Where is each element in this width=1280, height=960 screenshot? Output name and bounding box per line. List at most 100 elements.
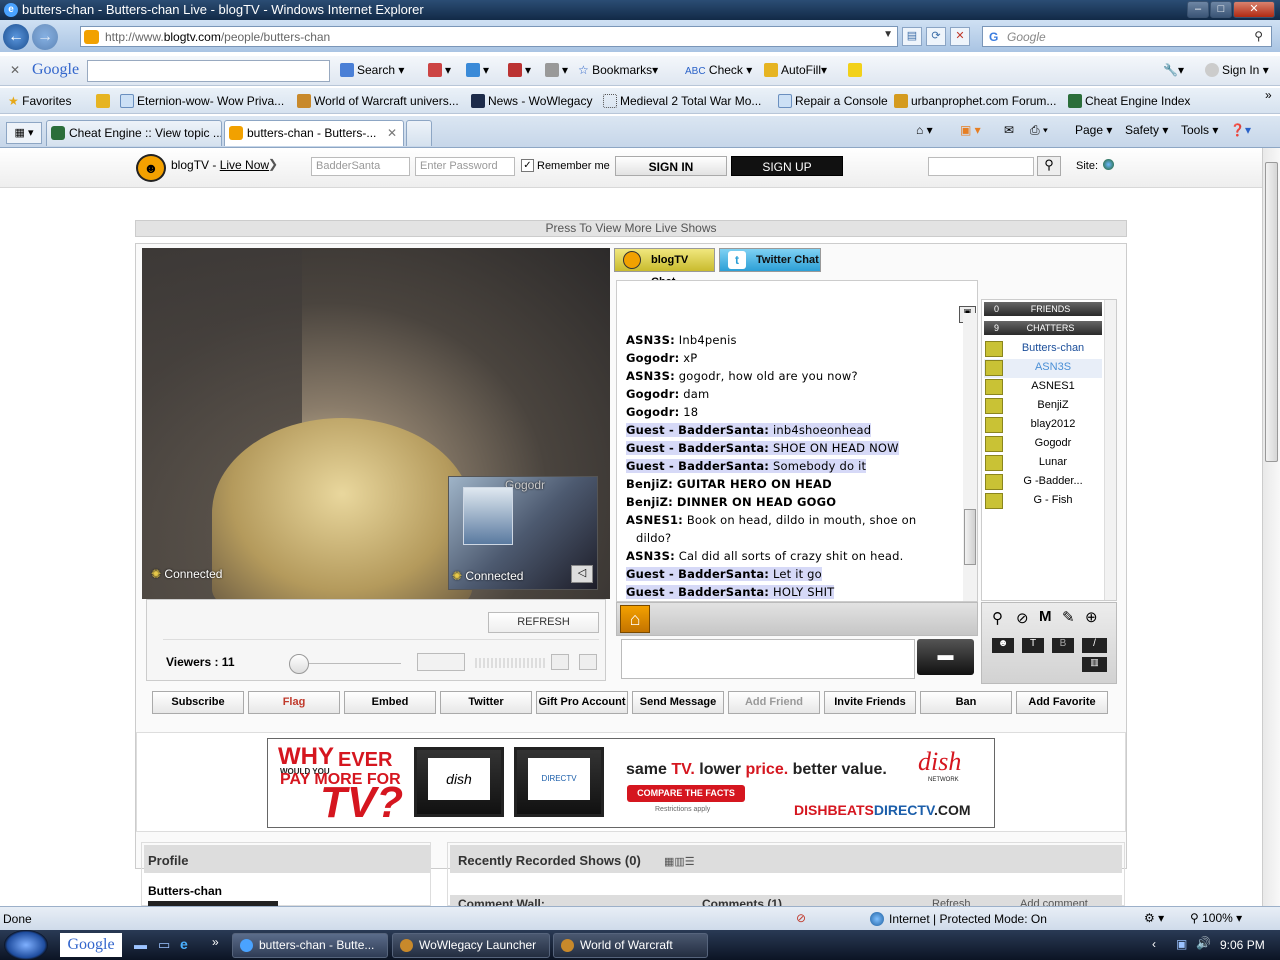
- live-now-link[interactable]: Live Now: [220, 158, 269, 172]
- print-icon[interactable]: ⎙ ▾: [1030, 123, 1048, 138]
- back-button[interactable]: ←: [3, 24, 29, 50]
- forward-button[interactable]: →: [32, 24, 58, 50]
- fullscreen-icon[interactable]: [551, 654, 569, 670]
- favorite-link-wowlegacy-news[interactable]: News - WoWlegacy: [471, 94, 592, 108]
- block-icon[interactable]: ⊘: [1016, 609, 1029, 627]
- ie-quicklaunch-icon[interactable]: e: [180, 936, 188, 952]
- add-friend-button[interactable]: Add Friend: [728, 691, 820, 714]
- moderator-icon[interactable]: M: [1039, 608, 1052, 625]
- chat-username[interactable]: ASNES1:: [626, 513, 683, 527]
- close-tab-icon[interactable]: ✕: [387, 121, 397, 145]
- add-favorites-icon[interactable]: [96, 94, 113, 108]
- text-style-icon[interactable]: T: [1022, 638, 1044, 653]
- remember-me-checkbox[interactable]: ✓: [521, 159, 534, 172]
- blogtv-logo-icon[interactable]: ☻: [136, 154, 166, 182]
- check-button[interactable]: ABC Check ▾: [685, 63, 752, 77]
- show-desktop-icon[interactable]: ▬: [134, 937, 147, 952]
- tab-twitter-chat[interactable]: t Twitter Chat: [719, 248, 821, 272]
- home-icon[interactable]: ⌂ ▾: [916, 123, 933, 137]
- spellcheck-icon[interactable]: ▾: [508, 63, 531, 77]
- volume-slider-track[interactable]: [309, 663, 401, 664]
- globe-icon[interactable]: ⊕: [1085, 608, 1098, 626]
- sign-in-button[interactable]: SIGN IN: [615, 156, 727, 176]
- bookmarks-button[interactable]: ☆ Bookmarks▾: [578, 63, 658, 77]
- chat-username[interactable]: Gogodr:: [626, 405, 679, 419]
- chevron-down-icon[interactable]: ❯: [268, 157, 278, 171]
- tab-cheat-engine[interactable]: Cheat Engine :: View topic ...: [46, 120, 222, 146]
- safety-menu[interactable]: Safety ▾: [1125, 123, 1168, 137]
- switch-windows-icon[interactable]: ▭: [158, 937, 170, 953]
- friends-header[interactable]: 0 FRIENDS: [984, 302, 1102, 316]
- chat-username[interactable]: Guest - BadderSanta:: [626, 441, 769, 455]
- volume-icon[interactable]: 🔊: [1196, 936, 1211, 950]
- address-dropdown-icon[interactable]: ▼: [883, 29, 893, 40]
- highlighter-icon[interactable]: [848, 63, 865, 77]
- read-mail-icon[interactable]: ✉: [1004, 123, 1014, 137]
- chat-username[interactable]: ASN3S:: [626, 549, 675, 563]
- clock[interactable]: 9:06 PM: [1220, 938, 1265, 952]
- tray-expand-icon[interactable]: ‹: [1152, 937, 1156, 951]
- gift-pro-account-button[interactable]: Gift Pro Account: [536, 691, 628, 714]
- google-sign-in-button[interactable]: Sign In ▾: [1205, 63, 1269, 77]
- chat-scrollbar[interactable]: [963, 313, 977, 601]
- tab-blogtv-chat[interactable]: blogTV Chat: [614, 248, 715, 288]
- zoom-level[interactable]: ⚲ 100% ▾: [1190, 911, 1242, 925]
- send-message-icon[interactable]: ▬: [917, 639, 974, 675]
- favorite-link-medieval[interactable]: Medieval 2 Total War Mo...: [603, 94, 761, 108]
- chat-scrollbar-thumb[interactable]: [964, 509, 976, 565]
- layout-toggle-icon[interactable]: [417, 653, 465, 671]
- tab-butters-chan[interactable]: butters-chan - Butters-... ✕: [224, 120, 404, 146]
- chat-message-input[interactable]: [621, 639, 915, 679]
- chat-username[interactable]: BenjiZ:: [626, 477, 673, 491]
- network-icon[interactable]: ▣: [1176, 937, 1187, 951]
- address-bar[interactable]: http://www.blogtv.com/people/butters-cha…: [80, 26, 898, 47]
- google-deskbar[interactable]: Google: [60, 933, 122, 957]
- site-search-input[interactable]: [928, 157, 1034, 176]
- taskbar-item-butters-chan[interactable]: butters-chan - Butte...: [232, 933, 388, 958]
- refresh-button[interactable]: REFRESH: [488, 612, 599, 633]
- favorite-link-urbanprophet[interactable]: urbanprophet.com Forum...: [894, 94, 1056, 108]
- chat-username[interactable]: Guest - BadderSanta:: [626, 585, 769, 599]
- start-button[interactable]: [4, 930, 48, 960]
- page-menu[interactable]: Page ▾: [1075, 123, 1112, 137]
- chat-username[interactable]: Gogodr:: [626, 387, 679, 401]
- protected-mode-icon[interactable]: ⚙ ▾: [1144, 911, 1164, 925]
- google-search-input[interactable]: [87, 60, 330, 82]
- invite-friends-button[interactable]: Invite Friends: [824, 691, 916, 714]
- popup-blocker-icon[interactable]: ▾: [428, 63, 451, 77]
- close-toolbar-icon[interactable]: ✕: [10, 63, 20, 77]
- taskbar-item-world-of-warcraft[interactable]: World of Warcraft: [553, 933, 708, 958]
- send-message-button[interactable]: Send Message: [632, 691, 724, 714]
- settings-icon[interactable]: ▥: [1082, 657, 1107, 672]
- chat-username[interactable]: Gogodr:: [626, 351, 679, 365]
- add-comment-link[interactable]: Add comment: [1020, 898, 1088, 906]
- page-scrollbar-thumb[interactable]: [1265, 162, 1278, 462]
- google-search-button[interactable]: Search ▾: [340, 63, 404, 77]
- refresh-icon[interactable]: ⟳: [926, 27, 946, 46]
- chat-username[interactable]: Guest - BadderSanta:: [626, 459, 769, 473]
- help-icon[interactable]: ❓▾: [1230, 123, 1251, 137]
- stop-icon[interactable]: ✕: [950, 27, 970, 46]
- edit-icon[interactable]: ✎: [1062, 608, 1075, 626]
- user-list-item[interactable]: Lunar: [984, 454, 1102, 473]
- flag-button[interactable]: Flag: [248, 691, 340, 714]
- profile-name[interactable]: Butters-chan: [148, 884, 222, 898]
- search-box[interactable]: G Google ⚲: [982, 26, 1272, 47]
- more-quicklaunch-icon[interactable]: »: [212, 935, 219, 949]
- chatters-header[interactable]: 9 CHATTERS: [984, 321, 1102, 335]
- pip-video[interactable]: Gogodr ✺ Connected ◁: [448, 476, 598, 590]
- user-list-item[interactable]: blay2012: [984, 416, 1102, 435]
- feeds-icon[interactable]: ▣ ▾: [960, 123, 981, 137]
- favorites-button[interactable]: ★ Favorites: [8, 94, 71, 108]
- tools-menu[interactable]: Tools ▾: [1181, 123, 1218, 137]
- live-shows-bar[interactable]: Press To View More Live Shows: [135, 220, 1127, 237]
- translate-icon[interactable]: ▾: [545, 63, 568, 77]
- compare-facts-button[interactable]: COMPARE THE FACTS: [627, 785, 745, 802]
- chat-username[interactable]: Guest - BadderSanta:: [626, 567, 769, 581]
- chat-username[interactable]: Guest - BadderSanta:: [626, 423, 769, 437]
- user-list-item[interactable]: Gogodr: [984, 435, 1102, 454]
- volume-slider-handle[interactable]: [289, 654, 309, 674]
- close-window-button[interactable]: ✕: [1233, 1, 1275, 18]
- user-list-item[interactable]: BenjiZ: [984, 397, 1102, 416]
- plus-icon[interactable]: ▾: [466, 63, 489, 77]
